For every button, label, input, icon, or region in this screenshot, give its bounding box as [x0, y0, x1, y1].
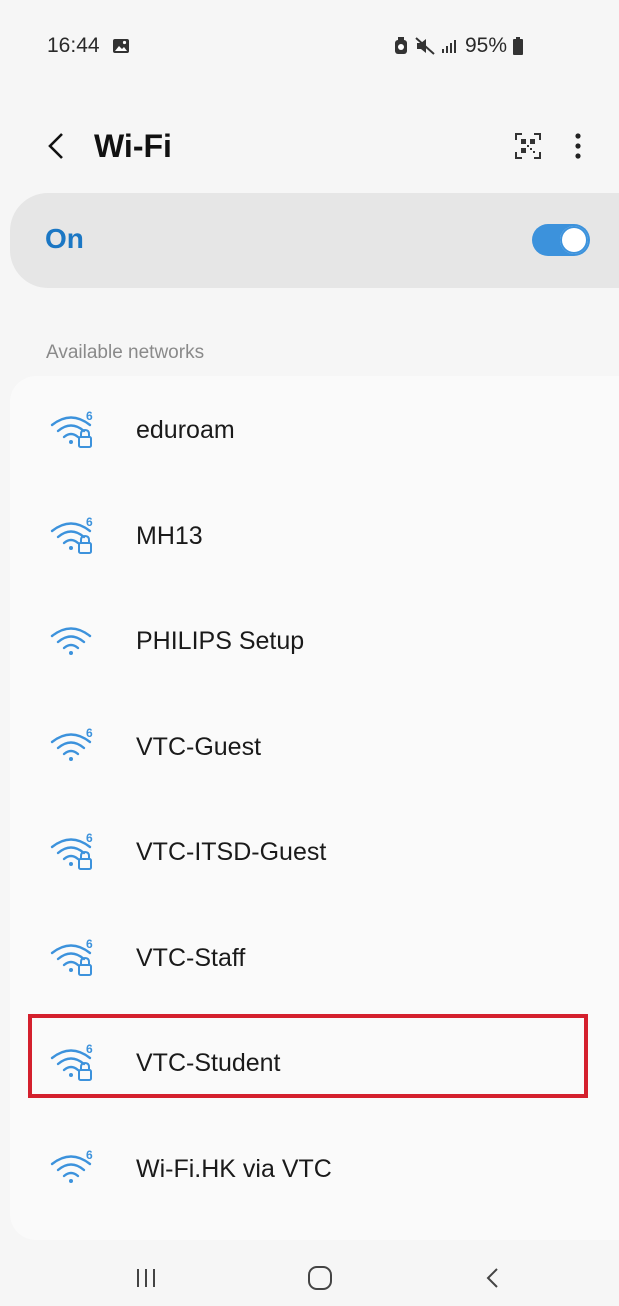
- wifi-secured-icon: 6: [48, 1041, 98, 1085]
- wifi-secured-icon: 6: [48, 408, 98, 452]
- network-row-eduroam[interactable]: 6 eduroam: [10, 378, 619, 483]
- network-name: VTC-ITSD-Guest: [136, 838, 327, 866]
- network-name: PHILIPS Setup: [136, 627, 305, 655]
- network-name: MH13: [136, 521, 203, 550]
- mute-icon: [415, 37, 435, 55]
- wifi-toggle-label: On: [45, 223, 84, 254]
- network-row-mh13[interactable]: 6 MH13: [10, 484, 619, 589]
- svg-text:6: 6: [86, 1042, 93, 1056]
- network-name: VTC-Student: [136, 1049, 281, 1077]
- home-icon[interactable]: [300, 1260, 340, 1296]
- status-time: 16:44: [47, 34, 100, 57]
- network-row-vtc-student[interactable]: 6 VTC-Student: [10, 1011, 619, 1116]
- section-title: Available networks: [46, 342, 205, 363]
- status-bar: 16:44 95%: [0, 0, 619, 92]
- wifi-open-icon: 6: [48, 1147, 98, 1191]
- network-row-vtc-itsd-guest[interactable]: 6 VTC-ITSD-Guest: [10, 800, 619, 905]
- back-arrow-icon[interactable]: [36, 126, 76, 166]
- svg-text:6: 6: [86, 937, 93, 951]
- back-icon[interactable]: [472, 1260, 512, 1296]
- wifi-open-icon: 6: [48, 725, 98, 769]
- more-options-icon[interactable]: [562, 128, 594, 164]
- battery-text: 95%: [464, 34, 507, 57]
- network-row-vtc-staff[interactable]: 6 VTC-Staff: [10, 906, 619, 1011]
- signal-icon: [441, 38, 459, 54]
- image-icon: [112, 38, 130, 59]
- svg-text:6: 6: [86, 726, 93, 740]
- wifi-toggle-row[interactable]: On: [10, 193, 619, 288]
- svg-text:6: 6: [86, 831, 93, 845]
- network-row-philips-setup[interactable]: PHILIPS Setup: [10, 589, 619, 694]
- wifi-secured-icon: 6: [48, 514, 98, 558]
- network-name: VTC-Guest: [136, 732, 262, 761]
- alarm-icon: [393, 37, 409, 55]
- wifi-secured-icon: 6: [48, 830, 98, 874]
- status-indicators: 95%: [393, 34, 523, 58]
- recent-apps-icon[interactable]: [126, 1260, 166, 1296]
- qr-code-icon[interactable]: [510, 128, 546, 164]
- toggle-knob: [560, 226, 588, 254]
- wifi-open-icon: [48, 619, 98, 663]
- network-row-vtc-guest[interactable]: 6 VTC-Guest: [10, 695, 619, 800]
- wifi-toggle-switch[interactable]: [532, 224, 590, 256]
- svg-text:6: 6: [86, 409, 93, 423]
- battery-icon: [513, 37, 523, 55]
- network-row-wi-fi-hk-via-vtc[interactable]: 6 Wi-Fi.HK via VTC: [10, 1117, 619, 1222]
- svg-text:6: 6: [86, 515, 93, 529]
- networks-list: 6 eduroam 6 MH13 PHILIPS Setup 6 VTC-Guest 6 VTC…: [10, 376, 619, 1240]
- nav-bar: [0, 1242, 619, 1306]
- network-name: VTC-Staff: [136, 943, 246, 972]
- page-title: Wi-Fi: [94, 128, 172, 164]
- wifi-secured-icon: 6: [48, 936, 98, 980]
- app-header: Wi-Fi: [0, 110, 619, 182]
- network-name: Wi-Fi.HK via VTC: [136, 1154, 332, 1183]
- network-name: eduroam: [136, 416, 235, 444]
- svg-text:6: 6: [86, 1148, 93, 1162]
